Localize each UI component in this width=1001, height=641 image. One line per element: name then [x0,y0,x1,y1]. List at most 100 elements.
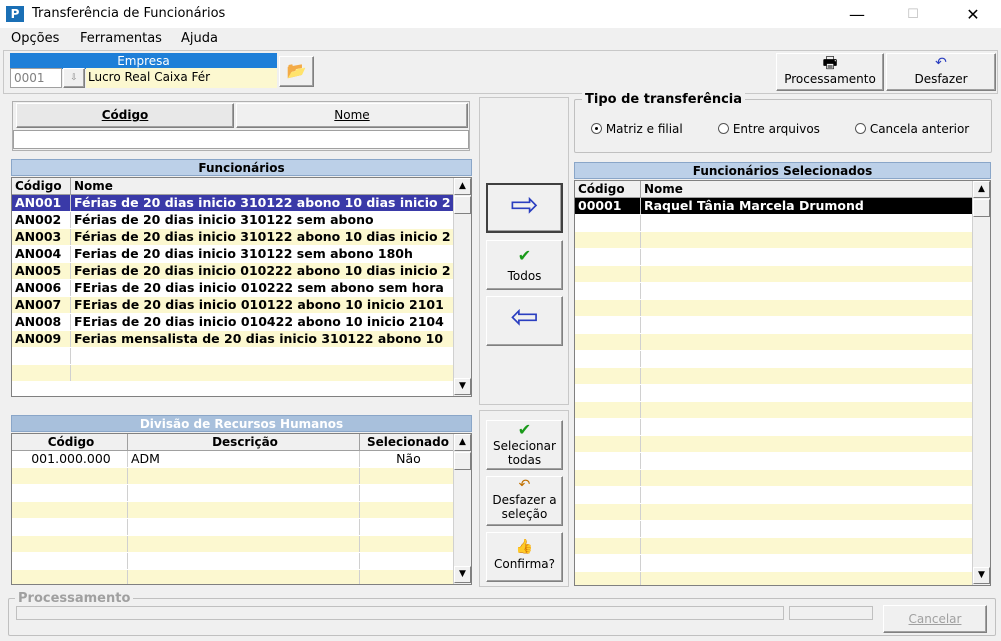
cell-codigo [575,436,641,452]
cell-nome [641,317,973,333]
desfazer-button[interactable]: ↶ Desfazer [886,53,996,91]
cell-nome: Férias de 20 dias inicio 310122 abono 10… [74,229,451,244]
search-input[interactable] [13,130,469,149]
table-row[interactable] [575,436,973,453]
remove-selected-button[interactable]: ⇦ [486,296,563,346]
radio-entre-arquivos[interactable]: Entre arquivos [718,122,820,136]
table-row[interactable] [12,485,454,502]
minimize-button[interactable]: — [834,2,880,28]
table-row[interactable] [575,402,973,419]
tab-nome[interactable]: Nome [236,103,468,128]
table-row[interactable] [575,538,973,555]
close-button[interactable]: ✕ [950,2,996,28]
table-row[interactable] [575,334,973,351]
table-row[interactable] [575,232,973,249]
todos-button[interactable]: ✔ Todos [486,240,563,290]
scroll-down-button[interactable]: ▼ [973,567,990,584]
table-row[interactable]: AN004 Ferias de 20 dias inicio 310122 sem… [12,246,454,263]
selecionar-todas-button[interactable]: ✔ Selecionar todas [486,420,563,470]
open-folder-button[interactable]: 📂 [279,56,314,87]
table-row[interactable]: AN005 Ferias de 20 dias inicio 010222 abo… [12,263,454,280]
tab-codigo[interactable]: Código [16,103,234,128]
confirma-button[interactable]: 👍 Confirma? [486,532,563,582]
col-codigo[interactable]: Código [12,434,128,451]
cancelar-button[interactable]: Cancelar [883,605,987,633]
scroll-up-button[interactable]: ▲ [454,434,471,451]
empresa-name-field[interactable]: Lucro Real Caixa Fér [86,68,277,88]
table-row[interactable]: AN009 Ferias mensalista de 20 dias inicio… [12,331,454,348]
table-row[interactable] [575,419,973,436]
table-row[interactable] [575,215,973,232]
table-row[interactable] [575,249,973,266]
cell-codigo: AN002 [12,212,71,228]
scroll-down-button[interactable]: ▼ [454,566,471,583]
col-selecionado[interactable]: Selecionado [360,434,454,451]
cell-codigo [12,365,71,381]
add-selected-button[interactable]: ⇨ [486,183,563,233]
table-row[interactable] [12,348,454,365]
empresa-dropdown-button[interactable]: ⇩ [63,68,85,88]
menu-ajuda[interactable]: Ajuda [181,31,218,46]
radio-cancela-anterior-label: Cancela anterior [869,122,970,136]
table-row[interactable]: 001.000.000 ADM Não [12,451,454,468]
desfazer-selecao-button[interactable]: ↶ Desfazer a seleção [486,476,563,526]
table-row[interactable] [575,504,973,521]
check-icon: ✔ [517,420,532,439]
col-codigo[interactable]: Código [575,181,641,198]
table-row[interactable] [575,351,973,368]
table-row[interactable] [575,521,973,538]
table-row[interactable] [12,502,454,519]
cell-codigo [12,553,128,569]
table-row[interactable] [575,266,973,283]
printer-icon: 🖶 [822,53,838,72]
col-descricao[interactable]: Descrição [128,434,360,451]
radio-matriz-filial[interactable]: Matriz e filial [591,122,683,136]
cell-nome [71,365,454,381]
table-row[interactable] [12,519,454,536]
cell-nome: FErias de 20 dias inicio 010422 abono 10… [74,314,444,329]
table-row[interactable] [575,572,973,585]
col-nome[interactable]: Nome [641,181,973,198]
table-row[interactable]: AN007 FErias de 20 dias inicio 010122 abo… [12,297,454,314]
scrollbar-thumb[interactable] [454,452,471,470]
cell-codigo [575,487,641,503]
table-row[interactable]: 00001 Raquel Tânia Marcela Drumond [575,198,973,215]
scrollbar-thumb[interactable] [973,199,990,217]
table-row[interactable] [575,470,973,487]
processamento-button[interactable]: 🖶 Processamento [776,53,884,91]
table-row[interactable] [575,317,973,334]
table-row[interactable]: AN008 FErias de 20 dias inicio 010422 abo… [12,314,454,331]
window-title: Transferência de Funcionários [32,6,226,21]
table-row[interactable] [12,553,454,570]
scroll-up-button[interactable]: ▲ [454,178,471,195]
table-row[interactable]: AN001 Férias de 20 dias inicio 310122 abo… [12,195,454,212]
table-row[interactable] [12,570,454,584]
table-row[interactable] [575,385,973,402]
menu-ferramentas[interactable]: Ferramentas [80,31,162,46]
table-row[interactable]: AN003 Férias de 20 dias inicio 310122 abo… [12,229,454,246]
scrollbar-thumb[interactable] [454,196,471,214]
table-row[interactable] [575,300,973,317]
table-row[interactable]: AN006 FErias de 20 dias inicio 010222 sem… [12,280,454,297]
scroll-up-button[interactable]: ▲ [973,181,990,198]
table-row[interactable]: AN002 Férias de 20 dias inicio 310122 sem… [12,212,454,229]
table-row[interactable] [575,368,973,385]
radio-cancela-anterior[interactable]: Cancela anterior [855,122,969,136]
col-nome[interactable]: Nome [71,178,454,195]
cell-descricao [128,519,360,535]
empresa-code-field[interactable]: 0001 [10,68,62,88]
maximize-button[interactable]: ☐ [890,2,936,28]
menu-opcoes[interactable]: Opções [11,31,59,46]
table-row[interactable] [575,555,973,572]
table-row[interactable] [12,468,454,485]
table-row[interactable] [575,453,973,470]
table-row[interactable] [575,283,973,300]
scroll-down-button[interactable]: ▼ [454,378,471,395]
cell-descricao: ADM [128,451,360,467]
cell-codigo: 00001 [575,198,641,214]
table-row[interactable] [12,536,454,553]
divisao-grid: Código Descrição Selecionado 001.000.000… [11,433,472,585]
table-row[interactable] [12,365,454,382]
col-codigo[interactable]: Código [12,178,71,195]
table-row[interactable] [575,487,973,504]
